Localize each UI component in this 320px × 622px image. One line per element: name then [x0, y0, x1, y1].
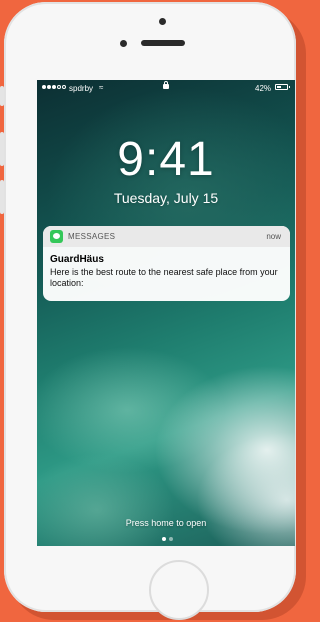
battery-percentage: 42%	[255, 84, 272, 93]
notification-app-name: MESSAGES	[68, 232, 116, 241]
lock-screen: spdrby ≈ 42% 9:41 Tuesday, July 15 MESSA…	[37, 80, 295, 546]
signal-dot	[52, 85, 56, 89]
lock-icon	[163, 81, 169, 89]
carrier-name: spdrby	[69, 84, 94, 93]
volume-up-button	[0, 132, 4, 166]
signal-dot	[47, 85, 51, 89]
signal-dot	[62, 85, 66, 89]
earpiece-speaker	[141, 40, 185, 46]
front-camera	[120, 40, 127, 47]
signal-strength-icon	[42, 85, 66, 89]
phone-device: spdrby ≈ 42% 9:41 Tuesday, July 15 MESSA…	[0, 2, 296, 620]
notification-sender: GuardHäus	[50, 254, 104, 265]
lock-time: 9:41	[117, 133, 215, 186]
mute-switch	[0, 86, 4, 106]
notification-header: MESSAGES now	[43, 226, 290, 247]
press-home-hint: Press home to open	[125, 518, 207, 528]
page-indicator	[162, 537, 173, 541]
lock-date: Tuesday, July 15	[113, 190, 219, 206]
volume-down-button	[0, 180, 4, 214]
signal-dot	[57, 85, 61, 89]
messages-notification[interactable]: MESSAGES now GuardHäus Here is the best …	[43, 226, 290, 301]
notification-body: Here is the best route to the nearest sa…	[50, 267, 278, 288]
home-button[interactable]	[149, 560, 209, 620]
wifi-icon: ≈	[99, 83, 104, 92]
messages-icon	[50, 230, 63, 243]
page-dot	[169, 537, 173, 541]
status-bar: spdrby ≈ 42%	[37, 80, 295, 98]
signal-dot	[42, 85, 46, 89]
notification-time: now	[266, 232, 281, 241]
proximity-sensor	[159, 18, 166, 25]
battery-icon	[275, 84, 290, 90]
page-dot	[162, 537, 166, 541]
